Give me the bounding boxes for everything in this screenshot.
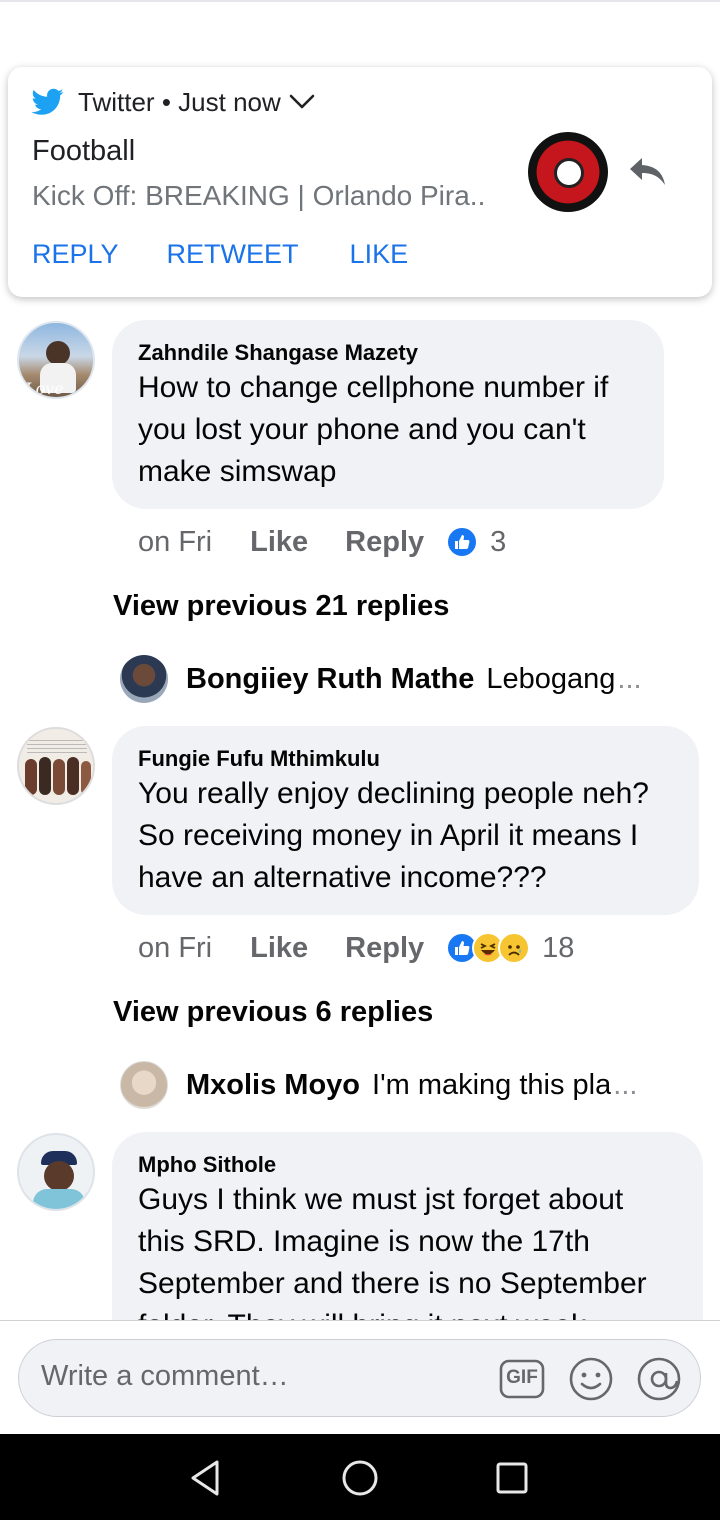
comment-author[interactable]: Fungie Fufu Mthimkulu bbox=[138, 746, 380, 772]
avatar[interactable] bbox=[120, 1061, 168, 1109]
avatar[interactable] bbox=[120, 655, 168, 703]
reply-arrow-icon[interactable] bbox=[626, 152, 670, 192]
reply-text: Lebogang bbox=[486, 662, 616, 695]
avatar[interactable] bbox=[17, 727, 95, 805]
football-icon bbox=[554, 158, 584, 188]
reply-author[interactable]: Mxolis Moyo bbox=[186, 1069, 360, 1102]
screen: Twitter • Just now Football Kick Off: BR… bbox=[0, 0, 720, 1520]
comment-text-line: Guys I think we must jst forget about bbox=[138, 1183, 624, 1216]
reply-button[interactable]: Reply bbox=[345, 932, 424, 965]
twitter-notification[interactable]: Twitter • Just now Football Kick Off: BR… bbox=[8, 67, 712, 297]
reply-ellipsis: ... bbox=[617, 662, 642, 695]
latest-reply[interactable]: Bongiiey Ruth Mathe Lebogang ... bbox=[120, 655, 680, 703]
comment-text-line: So receiving money in April it means I bbox=[138, 819, 639, 852]
back-icon[interactable] bbox=[183, 1456, 227, 1500]
recents-icon[interactable] bbox=[490, 1456, 534, 1500]
comment-text-line: have an alternative income??? bbox=[138, 861, 547, 894]
mention-icon[interactable] bbox=[636, 1356, 682, 1402]
twitter-bird-icon bbox=[32, 88, 64, 115]
reactions[interactable]: 3 bbox=[446, 526, 506, 559]
comment-text-line: September and there is no September bbox=[138, 1267, 647, 1300]
notification-title: Football bbox=[32, 135, 136, 167]
notification-retweet-button[interactable]: RETWEET bbox=[167, 239, 299, 270]
comment-bubble[interactable]: Fungie Fufu Mthimkulu You really enjoy d… bbox=[112, 726, 699, 915]
reply-ellipsis: ... bbox=[613, 1068, 638, 1101]
view-previous-replies[interactable]: View previous 6 replies bbox=[113, 996, 433, 1029]
gif-button[interactable]: GIF bbox=[499, 1356, 545, 1402]
like-button[interactable]: Like bbox=[250, 526, 308, 559]
comment-text-line: this SRD. Imagine is now the 17th bbox=[138, 1225, 590, 1258]
reply-author[interactable]: Bongiiey Ruth Mathe bbox=[186, 663, 474, 696]
notification-thumbnail bbox=[528, 132, 608, 212]
system-navigation-bar bbox=[0, 1434, 720, 1520]
emoji-icon[interactable] bbox=[568, 1356, 614, 1402]
reaction-count: 3 bbox=[490, 525, 507, 558]
avatar[interactable] bbox=[17, 1133, 95, 1211]
notification-reply-button[interactable]: REPLY bbox=[32, 239, 119, 270]
reaction-count: 18 bbox=[542, 931, 575, 964]
comment-meta: on Fri Like Reply 18 bbox=[138, 928, 574, 968]
comment-composer-bar: GIF bbox=[0, 1320, 720, 1434]
notification-text: Kick Off: BREAKING | Orlando Pira.. bbox=[32, 180, 486, 211]
chevron-down-icon[interactable] bbox=[289, 93, 315, 111]
app-name-text: Twitter bbox=[78, 86, 155, 117]
gif-label: GIF bbox=[506, 1367, 538, 1388]
notification-app-name: Twitter • Just now bbox=[78, 87, 281, 118]
comment-composer[interactable]: GIF bbox=[18, 1339, 701, 1417]
comment-meta: on Fri Like Reply 3 bbox=[138, 522, 506, 562]
thumbs-up-icon bbox=[446, 526, 479, 558]
comment-text-line: make simswap bbox=[138, 455, 337, 488]
latest-reply[interactable]: Mxolis Moyo I'm making this pla ... bbox=[120, 1061, 680, 1109]
avatar[interactable]: Love bbox=[17, 321, 95, 399]
comment-text-line: You really enjoy declining people neh? bbox=[138, 777, 649, 810]
notification-actions: REPLY RETWEET LIKE bbox=[32, 239, 408, 270]
comment-author[interactable]: Mpho Sithole bbox=[138, 1152, 276, 1178]
comment-time[interactable]: on Fri bbox=[138, 526, 212, 559]
reply-button[interactable]: Reply bbox=[345, 526, 424, 559]
like-button[interactable]: Like bbox=[250, 932, 308, 965]
sad-emoji-icon bbox=[498, 932, 531, 964]
notification-header: Twitter • Just now bbox=[32, 87, 315, 117]
home-icon[interactable] bbox=[338, 1456, 382, 1500]
reply-text: I'm making this pla bbox=[372, 1068, 612, 1101]
view-previous-replies[interactable]: View previous 21 replies bbox=[113, 590, 449, 623]
comment-author[interactable]: Zahndile Shangase Mazety bbox=[138, 340, 418, 366]
comment-text-line: you lost your phone and you can't bbox=[138, 413, 586, 446]
separator-dot: • bbox=[161, 86, 171, 117]
reactions[interactable]: 18 bbox=[446, 932, 574, 965]
comment-input[interactable] bbox=[41, 1360, 481, 1393]
notification-time: Just now bbox=[178, 86, 281, 117]
comment-text-line: How to change cellphone number if bbox=[138, 371, 609, 404]
comment-bubble[interactable]: Zahndile Shangase Mazety How to change c… bbox=[112, 320, 664, 509]
top-divider bbox=[0, 0, 720, 2]
comment-time[interactable]: on Fri bbox=[138, 932, 212, 965]
notification-like-button[interactable]: LIKE bbox=[350, 239, 409, 270]
